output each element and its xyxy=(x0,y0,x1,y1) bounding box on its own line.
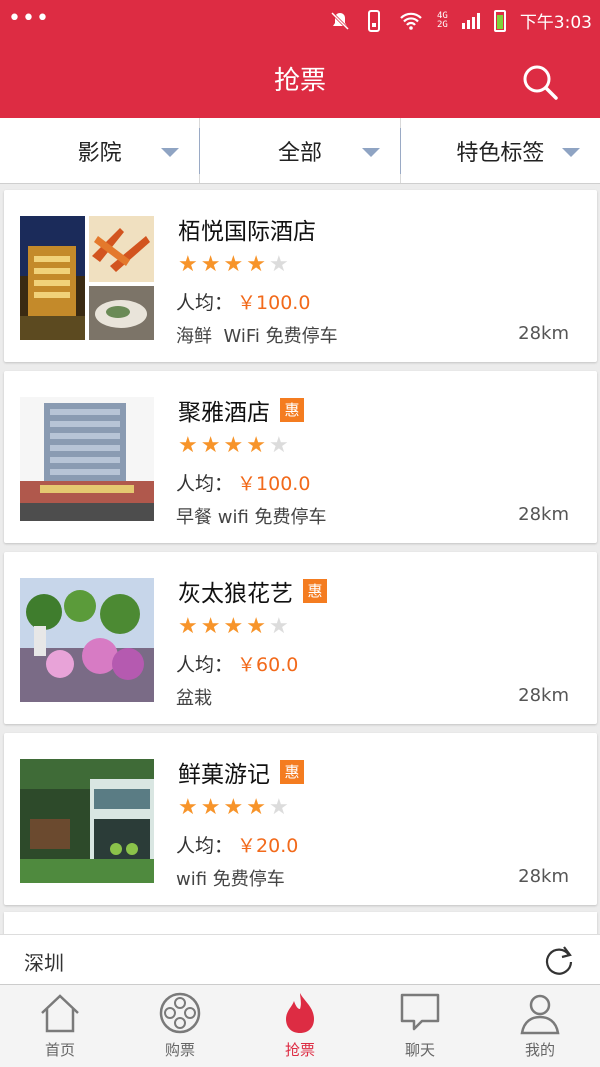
star-icon: ★ xyxy=(200,433,221,458)
star-icon: ★ xyxy=(178,433,198,458)
filter-label: 全部 xyxy=(277,140,322,166)
venue-distance: 28km xyxy=(518,504,569,525)
star-icon: ★ xyxy=(223,252,244,277)
venue-thumbnail xyxy=(20,397,154,521)
list-item[interactable]: 栢悦国际酒店 ★ ★ ★ ★ ★ 人均： ￥100.0 海鲜 WiFi 免费停车 … xyxy=(4,190,597,362)
vibrate-icon xyxy=(367,9,380,32)
star-icon: ★ xyxy=(268,614,289,639)
dropdown-caret-icon xyxy=(161,148,180,157)
rating-stars: ★ ★ ★ ★ ★ xyxy=(178,616,289,638)
menu-dots-icon[interactable]: ••• xyxy=(8,6,50,31)
filter-category-dropdown[interactable]: 全部 xyxy=(199,118,399,183)
list-item[interactable]: 鲜菓游记惠 ★ ★ ★ ★ ★ 人均： ￥20.0 wifi 免费停车 28km xyxy=(4,733,597,905)
venue-distance: 28km xyxy=(518,685,569,706)
wifi-icon xyxy=(400,12,422,30)
discount-badge: 惠 xyxy=(280,398,304,422)
tab-label: 购票 xyxy=(164,1041,195,1059)
filter-venue-dropdown[interactable]: 影院 xyxy=(0,118,199,183)
dropdown-caret-icon xyxy=(361,148,380,157)
status-icons: 4G 2G 下午3:03 xyxy=(329,8,592,33)
venue-distance: 28km xyxy=(518,323,569,344)
venue-tags: 盆栽 xyxy=(176,688,212,709)
venue-thumbnail xyxy=(20,216,154,340)
star-icon: ★ xyxy=(178,795,198,820)
tab-buy-tickets[interactable]: 购票 xyxy=(120,985,240,1067)
discount-badge: 惠 xyxy=(280,760,304,784)
star-icon: ★ xyxy=(268,252,289,277)
refresh-icon[interactable] xyxy=(542,943,576,977)
network-type-label: 4G 2G xyxy=(436,10,448,30)
star-icon: ★ xyxy=(178,614,198,639)
rating-stars: ★ ★ ★ ★ ★ xyxy=(178,254,289,276)
venue-distance: 28km xyxy=(518,866,569,887)
dropdown-caret-icon xyxy=(561,148,580,157)
star-icon: ★ xyxy=(246,252,266,277)
notification-off-icon xyxy=(330,11,350,30)
average-price: 人均： ￥20.0 xyxy=(176,835,299,857)
status-bar: ••• 4G 2G 下午3:03 xyxy=(0,0,600,42)
star-icon: ★ xyxy=(268,795,289,820)
filter-label: 特色标签 xyxy=(456,140,545,166)
tab-label: 抢票 xyxy=(284,1041,315,1059)
venue-tags: 早餐 wifi 免费停车 xyxy=(176,507,327,528)
user-icon xyxy=(520,994,560,1035)
venue-name: 聚雅酒店惠 xyxy=(178,393,304,427)
flame-icon xyxy=(286,993,314,1033)
tab-profile[interactable]: 我的 xyxy=(480,985,600,1067)
star-icon: ★ xyxy=(268,433,289,458)
average-price: 人均： ￥60.0 xyxy=(176,654,299,676)
venue-thumbnail xyxy=(20,578,154,702)
venue-tags: wifi 免费停车 xyxy=(176,869,285,890)
venue-tags: 海鲜 WiFi 免费停车 xyxy=(176,326,338,347)
star-icon: ★ xyxy=(200,252,221,277)
venue-thumbnail xyxy=(20,759,154,883)
star-icon: ★ xyxy=(246,433,266,458)
list-item[interactable]: 聚雅酒店惠 ★ ★ ★ ★ ★ 人均： ￥100.0 早餐 wifi 免费停车 2… xyxy=(4,371,597,543)
venue-name: 栢悦国际酒店 xyxy=(178,219,316,245)
discount-badge: 惠 xyxy=(303,579,327,603)
star-icon: ★ xyxy=(178,252,198,277)
current-city: 深圳 xyxy=(24,951,64,975)
battery-icon xyxy=(493,9,506,32)
app-bar: 抢票 xyxy=(0,42,600,118)
list-item[interactable]: 灰太狼花艺惠 ★ ★ ★ ★ ★ 人均： ￥60.0 盆栽 28km xyxy=(4,552,597,724)
filter-tag-dropdown[interactable]: 特色标签 xyxy=(399,118,600,183)
average-price: 人均： ￥100.0 xyxy=(176,473,311,495)
filter-bar: 影院 全部 特色标签 xyxy=(0,118,600,184)
tab-label: 聊天 xyxy=(404,1041,435,1059)
tab-label: 我的 xyxy=(524,1041,555,1059)
average-price: 人均： ￥100.0 xyxy=(176,292,311,314)
bottom-nav: 首页 购票 抢票 聊天 我的 xyxy=(0,984,600,1067)
star-icon: ★ xyxy=(200,795,221,820)
tab-grab-tickets[interactable]: 抢票 xyxy=(240,985,360,1067)
star-icon: ★ xyxy=(246,795,266,820)
star-icon: ★ xyxy=(223,795,244,820)
rating-stars: ★ ★ ★ ★ ★ xyxy=(178,797,289,819)
film-reel-icon xyxy=(159,992,201,1034)
star-icon: ★ xyxy=(223,614,244,639)
tab-label: 首页 xyxy=(44,1041,75,1059)
tab-chat[interactable]: 聊天 xyxy=(360,985,480,1067)
filter-label: 影院 xyxy=(77,140,122,166)
location-bar: 深圳 xyxy=(0,934,600,984)
venue-name: 鲜菓游记惠 xyxy=(178,755,304,789)
star-icon: ★ xyxy=(223,433,244,458)
signal-icon xyxy=(461,12,480,29)
chat-bubble-icon xyxy=(400,993,440,1031)
status-time: 下午3:03 xyxy=(519,13,592,33)
page-title: 抢票 xyxy=(273,66,326,96)
rating-stars: ★ ★ ★ ★ ★ xyxy=(178,435,289,457)
home-icon xyxy=(41,994,79,1033)
star-icon: ★ xyxy=(246,614,266,639)
venue-name: 灰太狼花艺惠 xyxy=(178,574,327,608)
star-icon: ★ xyxy=(200,614,221,639)
tab-home[interactable]: 首页 xyxy=(0,985,120,1067)
search-icon[interactable] xyxy=(520,62,560,102)
